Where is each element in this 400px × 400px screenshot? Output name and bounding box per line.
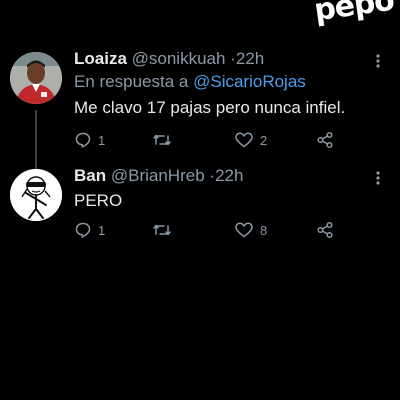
display-name[interactable]: Loaiza	[74, 49, 127, 68]
share-button[interactable]	[316, 130, 334, 150]
heart-icon	[235, 132, 253, 148]
more-options-button[interactable]	[368, 52, 388, 70]
timestamp[interactable]: 22h	[236, 49, 264, 68]
tweet-text: Me clavo 17 pajas pero nunca infiel.	[74, 98, 346, 117]
heart-icon	[235, 222, 253, 238]
like-button[interactable]: 8	[234, 220, 267, 240]
reply-count: 1	[98, 132, 106, 148]
share-button[interactable]	[316, 220, 334, 240]
more-options-button[interactable]	[368, 169, 388, 187]
tweet-header: Loaiza @sonikkuah ·22h	[74, 49, 264, 69]
reply-context: En respuesta a @SicarioRojas	[74, 72, 306, 92]
more-vertical-icon	[376, 54, 380, 68]
timestamp[interactable]: 22h	[215, 166, 243, 185]
cartoon-character-icon	[10, 169, 62, 221]
user-handle[interactable]: @BrianHreb	[111, 166, 205, 185]
avatar[interactable]	[10, 169, 62, 221]
share-icon	[317, 221, 333, 239]
tweet-actions: 1 8	[74, 220, 344, 240]
display-name[interactable]: Ban	[74, 166, 106, 185]
watermark-text: pepo	[312, 0, 397, 29]
tweet-header: Ban @BrianHreb ·22h	[74, 166, 243, 186]
retweet-icon	[153, 224, 171, 236]
like-count: 2	[260, 132, 268, 148]
reply-button[interactable]: 1	[74, 130, 105, 150]
reply-count: 1	[98, 222, 106, 238]
share-icon	[317, 131, 333, 149]
retweet-button[interactable]	[152, 220, 178, 240]
profile-photo-icon	[10, 52, 62, 104]
like-count: 8	[260, 222, 268, 238]
more-vertical-icon	[376, 171, 380, 185]
user-handle[interactable]: @sonikkuah	[132, 49, 226, 68]
avatar[interactable]	[10, 52, 62, 104]
retweet-icon	[153, 134, 171, 146]
like-button[interactable]: 2	[234, 130, 267, 150]
reply-mention-link[interactable]: @SicarioRojas	[193, 72, 306, 91]
retweet-button[interactable]	[152, 130, 178, 150]
reply-prefix: En respuesta a	[74, 72, 189, 91]
tweet-text: PERO	[74, 191, 123, 210]
reply-icon	[75, 222, 91, 238]
thread-connector-line	[35, 110, 37, 170]
reply-icon	[75, 132, 91, 148]
tweet-actions: 1 2	[74, 130, 344, 150]
reply-button[interactable]: 1	[74, 220, 105, 240]
